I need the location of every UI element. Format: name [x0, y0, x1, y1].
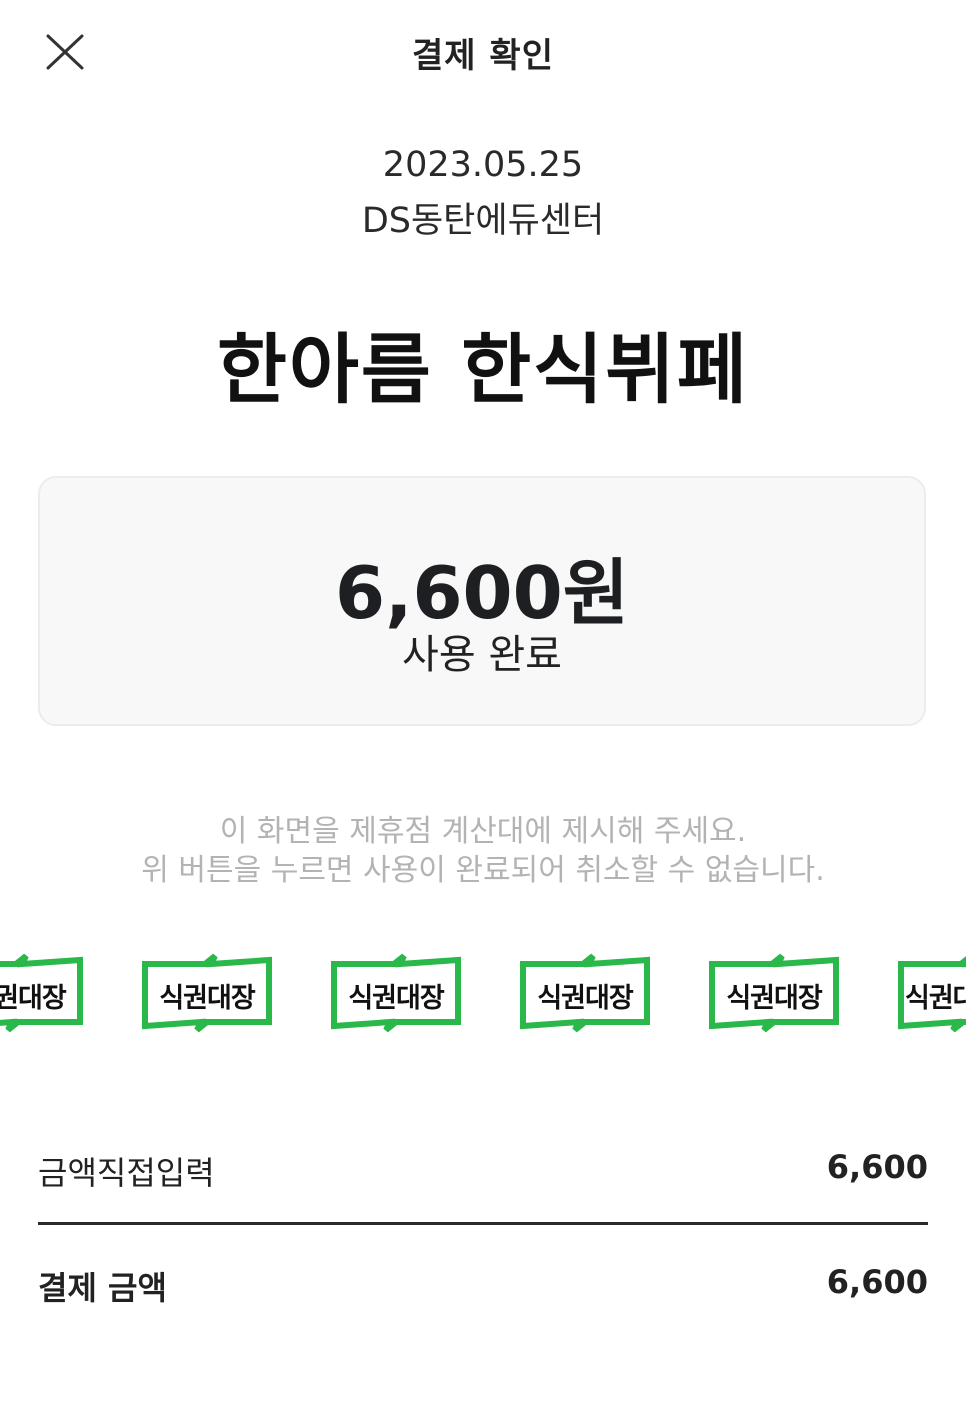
stamp-logo: 식권대장: [706, 950, 842, 1036]
total-value: 6,600: [826, 1263, 928, 1301]
stamp-logo: 식권대장: [0, 950, 86, 1036]
notice-line-1: 이 화면을 제휴점 계산대에 제시해 주세요.: [219, 814, 747, 849]
stamp-label: 식권대장: [905, 983, 966, 1014]
stamp-logo: 식권대장: [328, 950, 464, 1036]
stamp-label: 식권대장: [726, 983, 822, 1014]
direct-input-row: 금액직접입력 6,600: [38, 1148, 928, 1196]
notice-line-2: 위 버튼을 누르면 사용이 완료되어 취소할 수 없습니다.: [141, 853, 825, 888]
total-label: 결제 금액: [38, 1269, 167, 1307]
direct-input-label: 금액직접입력: [38, 1154, 215, 1192]
location-name: DS동탄에듀센터: [361, 201, 605, 241]
divider: [38, 1222, 928, 1225]
direct-input-value: 6,600: [826, 1148, 928, 1186]
stamp-strip: 식권대장 식권대장 식권대장 식권대장 식권대장 식권대장: [0, 950, 966, 1040]
usage-status: 사용 완료: [402, 632, 562, 678]
page-title: 결제 확인: [412, 36, 554, 76]
total-row: 결제 금액 6,600: [38, 1263, 928, 1311]
stamp-label: 식권대장: [348, 983, 444, 1014]
stamp-logo: 식권대장: [517, 950, 653, 1036]
amount-card[interactable]: 6,600원 사용 완료: [38, 476, 926, 726]
store-name: 한아름 한식뷔페: [217, 325, 749, 414]
stamp-label: 식권대장: [537, 983, 633, 1014]
stamp-logo: 식권대장: [139, 950, 275, 1036]
stamp-label: 식권대장: [159, 983, 255, 1014]
header: 결제 확인: [0, 0, 966, 104]
stamp-logo: 식권대장: [895, 950, 966, 1036]
stamp-label: 식권대장: [0, 983, 67, 1014]
payment-date: 2023.05.25: [382, 145, 584, 185]
